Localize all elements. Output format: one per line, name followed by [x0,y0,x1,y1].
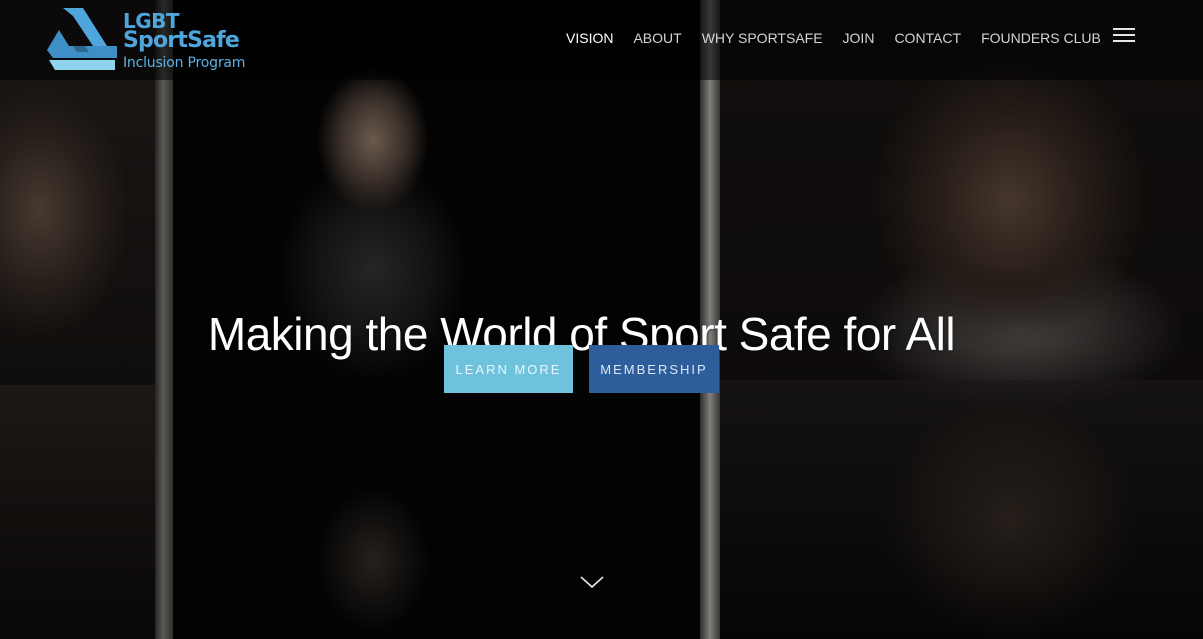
site-logo[interactable]: LGBT SportSafe Inclusion Program [45,6,255,74]
membership-button[interactable]: MEMBERSHIP [589,345,719,393]
hero-headline: Making the World of Sport Safe for All [207,307,956,360]
nav-item-vision[interactable]: VISION [556,28,623,48]
chevron-down-icon[interactable] [579,574,605,590]
nav-item-why-sportsafe[interactable]: WHY SPORTSAFE [692,28,833,48]
hamburger-icon[interactable] [1113,28,1135,44]
hero-section: LGBT SportSafe Inclusion Program VISION … [0,0,1203,639]
nav-item-contact[interactable]: CONTACT [884,28,971,48]
nav-item-join[interactable]: JOIN [833,28,885,48]
logo-text-sportsafe: SportSafe [123,28,240,53]
nav-item-about[interactable]: ABOUT [623,28,691,48]
main-nav: VISION ABOUT WHY SPORTSAFE JOIN CONTACT … [556,28,1111,48]
logo-text-tagline: Inclusion Program [123,55,246,71]
nav-item-founders-club[interactable]: FOUNDERS CLUB [971,28,1111,48]
learn-more-button[interactable]: LEARN MORE [444,345,573,393]
logo-mark-icon [47,8,117,70]
site-header: LGBT SportSafe Inclusion Program VISION … [0,0,1203,80]
